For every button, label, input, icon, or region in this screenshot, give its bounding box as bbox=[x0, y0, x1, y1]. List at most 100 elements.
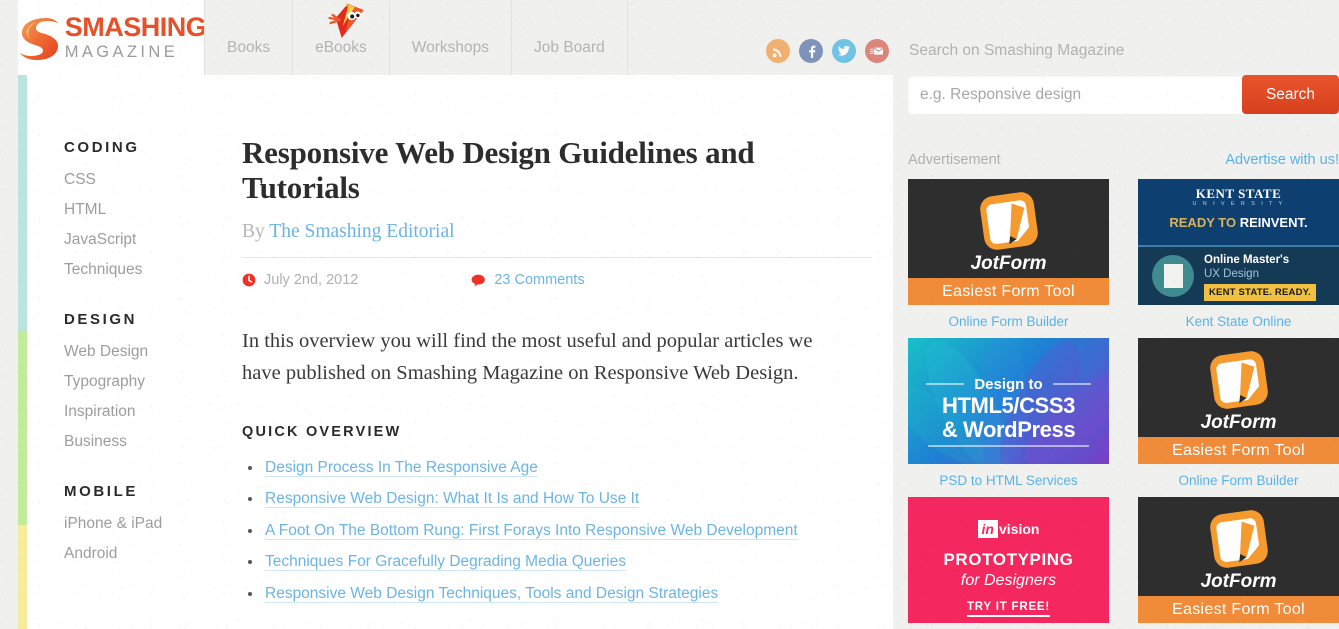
nav-item-books[interactable]: Books bbox=[204, 0, 292, 75]
quick-overview-heading: QUICK OVERVIEW bbox=[242, 423, 402, 440]
ad-badge-text: KENT STATE. READY. bbox=[1204, 284, 1316, 301]
publish-date-text: July 2nd, 2012 bbox=[264, 272, 359, 289]
sidebar-item-android[interactable]: Android bbox=[64, 545, 226, 563]
ad-line1-text: PROTOTYPING bbox=[943, 550, 1074, 569]
ad-creative-jotform[interactable]: JotForm Easiest Form Tool bbox=[1138, 497, 1339, 623]
quick-overview-link[interactable]: A Foot On The Bottom Rung: First Forays … bbox=[265, 521, 798, 540]
sidebar-item-iphone-ipad[interactable]: iPhone & iPad bbox=[64, 515, 226, 533]
logo-primary-text: SMASHING bbox=[64, 12, 207, 43]
ad-caption[interactable]: Online Form Builder bbox=[908, 314, 1109, 329]
advertisement-grid: JotForm Easiest Form Tool Online Form Bu… bbox=[908, 179, 1339, 629]
search-box: Search bbox=[908, 75, 1339, 114]
rss-icon[interactable] bbox=[766, 39, 790, 63]
ad-brand-text: JotForm bbox=[970, 253, 1047, 274]
category-group-mobile: MOBILE iPhone & iPad Android bbox=[18, 483, 226, 563]
byline-prefix: By bbox=[242, 221, 265, 243]
ad-slot: JotForm Easiest Form Tool Online Form Bu… bbox=[1138, 338, 1339, 488]
ad-tagline-text: Easiest Form Tool bbox=[908, 278, 1109, 305]
site-logo[interactable]: SMASHING MAGAZINE bbox=[18, 0, 207, 75]
ad-line2-text: UX Design bbox=[1204, 268, 1259, 280]
quick-overview-link[interactable]: Responsive Web Design Techniques, Tools … bbox=[265, 584, 719, 603]
article: Responsive Web Design Guidelines and Tut… bbox=[242, 75, 872, 616]
sidebar-item-inspiration[interactable]: Inspiration bbox=[64, 403, 226, 421]
ad-tagline-text: Easiest Form Tool bbox=[1138, 596, 1339, 623]
newsletter-mail-icon[interactable] bbox=[865, 39, 889, 63]
ad-bottom-band: Online Master's UX Design KENT STATE. RE… bbox=[1138, 247, 1339, 305]
ad-line1-text: Online Master's bbox=[1204, 254, 1290, 266]
sidebar-item-typography[interactable]: Typography bbox=[64, 373, 226, 391]
category-title: MOBILE bbox=[64, 483, 138, 500]
comment-bubble-icon bbox=[471, 274, 486, 287]
ad-line2-text: HTML5/CSS3 bbox=[942, 393, 1075, 418]
document-illustration-icon bbox=[1152, 255, 1194, 297]
content-panel: CODING CSS HTML JavaScript Techniques DE… bbox=[18, 75, 893, 629]
ad-slot: JotForm Easiest Form Tool Online Form Bu… bbox=[908, 179, 1109, 329]
page-title: Responsive Web Design Guidelines and Tut… bbox=[242, 135, 755, 206]
list-item: Techniques For Gracefully Degrading Medi… bbox=[242, 553, 872, 572]
ad-brand-text: KENT STATE bbox=[1195, 186, 1282, 201]
ad-creative-kentstate[interactable]: KENT STATE U N I V E R S I T Y READY TO … bbox=[1138, 179, 1339, 305]
facebook-icon[interactable] bbox=[799, 39, 823, 63]
ad-cta[interactable]: TRY IT FREE! bbox=[908, 601, 1109, 617]
search-button[interactable]: Search bbox=[1242, 75, 1339, 114]
ad-tagline-text: Easiest Form Tool bbox=[1138, 437, 1339, 464]
category-group-design: DESIGN Web Design Typography Inspiration… bbox=[18, 311, 226, 451]
social-links bbox=[766, 39, 889, 63]
sidebar-item-html[interactable]: HTML bbox=[64, 201, 226, 219]
sidebar-item-techniques[interactable]: Techniques bbox=[64, 261, 226, 279]
advertisement-rail: Advertisement Advertise with us! JotForm… bbox=[908, 152, 1339, 629]
ebooks-cat-mascot-icon bbox=[328, 3, 364, 38]
author-link[interactable]: The Smashing Editorial bbox=[269, 221, 454, 242]
advertise-with-us-link[interactable]: Advertise with us! bbox=[1225, 152, 1339, 168]
logo-secondary-text: MAGAZINE bbox=[64, 43, 179, 62]
sidebar-item-business[interactable]: Business bbox=[64, 433, 226, 451]
list-item: Responsive Web Design: What It Is and Ho… bbox=[242, 490, 872, 509]
category-title: DESIGN bbox=[64, 311, 138, 328]
nav-item-workshops[interactable]: Workshops bbox=[388, 0, 511, 75]
search-input[interactable] bbox=[908, 75, 1242, 114]
category-group-coding: CODING CSS HTML JavaScript Techniques bbox=[18, 139, 226, 279]
ad-creative-invision[interactable]: in vision PROTOTYPING for Designers TRY I… bbox=[908, 497, 1109, 623]
ad-tagline: READY TO REINVENT. bbox=[1138, 215, 1339, 230]
ad-tagline-light: READY TO bbox=[1169, 215, 1240, 230]
article-intro: In this overview you will find the most … bbox=[242, 330, 813, 384]
list-item: Design Process In The Responsive Age bbox=[242, 458, 872, 477]
quick-overview-link[interactable]: Design Process In The Responsive Age bbox=[265, 458, 538, 477]
nav-item-ebooks[interactable]: eBooks bbox=[292, 0, 389, 75]
strip-coding bbox=[18, 75, 27, 332]
comments-link[interactable]: 23 Comments bbox=[471, 272, 585, 288]
ad-caption[interactable]: PSD to HTML Services bbox=[908, 473, 1109, 488]
jotform-logo-icon bbox=[1209, 510, 1268, 568]
list-item: A Foot On The Bottom Rung: First Forays … bbox=[242, 521, 872, 540]
ad-brand-text: JotForm bbox=[1200, 571, 1277, 592]
smashing-s-logo-icon bbox=[19, 17, 58, 60]
sidebar-item-web-design[interactable]: Web Design bbox=[64, 343, 226, 361]
ad-creative-jotform[interactable]: JotForm Easiest Form Tool bbox=[908, 179, 1109, 305]
byline: By The Smashing Editorial bbox=[242, 221, 872, 243]
advertisement-label: Advertisement bbox=[908, 152, 1001, 168]
list-item: Responsive Web Design Techniques, Tools … bbox=[242, 584, 872, 603]
clock-icon bbox=[242, 273, 256, 287]
nav-label: Job Board bbox=[534, 39, 605, 56]
primary-nav: Books eBooks Workshops Job Board bbox=[204, 0, 628, 75]
quick-overview-list: Design Process In The Responsive Age Res… bbox=[242, 458, 872, 603]
twitter-icon[interactable] bbox=[832, 39, 856, 63]
ad-caption[interactable]: Kent State Online bbox=[1138, 314, 1339, 329]
invision-logo: in vision bbox=[908, 520, 1109, 538]
ad-caption[interactable]: Online Form Builder bbox=[1138, 473, 1339, 488]
sidebar-item-css[interactable]: CSS bbox=[64, 171, 226, 189]
divider bbox=[242, 257, 872, 259]
publish-date: July 2nd, 2012 bbox=[242, 272, 358, 288]
quick-overview-link[interactable]: Responsive Web Design: What It Is and Ho… bbox=[265, 490, 640, 509]
article-meta: July 2nd, 2012 23 Comments bbox=[242, 272, 872, 288]
quick-overview-link[interactable]: Techniques For Gracefully Degrading Medi… bbox=[265, 553, 626, 572]
ad-line2-text: for Designers bbox=[960, 572, 1057, 589]
sidebar-item-javascript[interactable]: JavaScript bbox=[64, 231, 226, 249]
nav-item-job-board[interactable]: Job Board bbox=[511, 0, 628, 75]
ad-creative-jotform[interactable]: JotForm Easiest Form Tool bbox=[1138, 338, 1339, 464]
divider bbox=[928, 445, 1089, 447]
ad-tagline-bold: REINVENT. bbox=[1239, 215, 1308, 230]
ad-line3-text: & WordPress bbox=[941, 416, 1076, 442]
ad-creative-psd-to-html[interactable]: Design to HTML5/CSS3 & WordPress bbox=[908, 338, 1109, 464]
nav-label: Workshops bbox=[411, 39, 490, 56]
